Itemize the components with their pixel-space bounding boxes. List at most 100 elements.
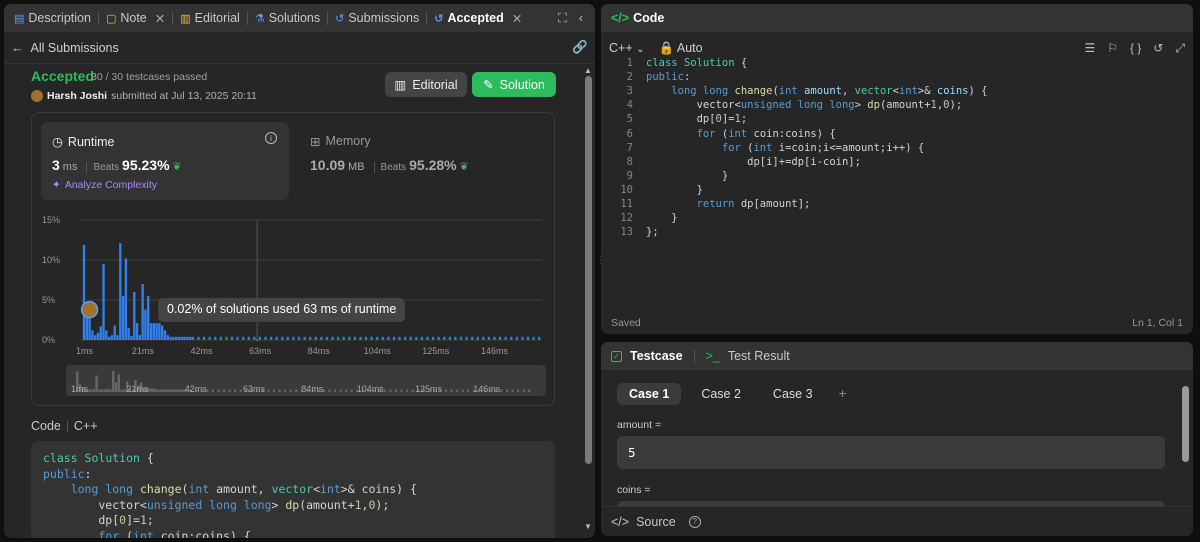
chart-bar[interactable] [532, 336, 535, 340]
chart-bar[interactable] [99, 326, 102, 340]
chart-bar[interactable] [180, 336, 183, 340]
add-case-icon[interactable]: + [833, 383, 853, 405]
info-icon[interactable]: i [265, 132, 277, 144]
chart-bar[interactable] [135, 323, 139, 340]
case-tab-3[interactable]: Case 3 [761, 383, 825, 405]
reset-icon[interactable]: ↺ [1153, 41, 1163, 56]
user-marker-avatar[interactable] [80, 300, 99, 319]
chart-bar[interactable] [320, 336, 323, 340]
tab-description[interactable]: ▤ Description [10, 4, 95, 32]
chart-bar[interactable] [133, 292, 136, 340]
code-line[interactable]: } [646, 211, 677, 225]
memory-box[interactable]: ⊞ Memory [310, 134, 371, 149]
chart-bar[interactable] [342, 336, 345, 340]
analyze-complexity-link[interactable]: ✦ Analyze Complexity [52, 179, 157, 191]
chart-bar[interactable] [392, 336, 396, 340]
runtime-box[interactable]: ◷ Runtime i 3 ms Beats 95.23% ❦ ✦ Analyze … [41, 122, 289, 200]
chart-bar[interactable] [493, 336, 496, 340]
close-icon[interactable]: ✕ [155, 11, 165, 26]
code-line[interactable]: } [646, 183, 703, 197]
code-line[interactable]: public: [646, 70, 690, 84]
all-submissions-link[interactable]: All Submissions [31, 41, 119, 55]
avatar[interactable] [31, 90, 43, 102]
tab-solutions[interactable]: ⚗ Solutions [251, 4, 324, 32]
submitter-name[interactable]: Harsh Joshi [47, 90, 107, 102]
chart-bar[interactable] [93, 335, 97, 340]
chart-bar[interactable] [141, 284, 144, 340]
chart-bar[interactable] [515, 336, 518, 340]
chart-bar[interactable] [426, 336, 429, 340]
chart-bar[interactable] [353, 336, 356, 340]
chart-bar[interactable] [121, 296, 125, 340]
chart-bar[interactable] [127, 328, 130, 340]
chart-bar[interactable] [174, 336, 178, 340]
chart-bar[interactable] [359, 336, 362, 340]
chart-bar[interactable] [526, 336, 530, 340]
chart-bar[interactable] [431, 336, 435, 340]
code-line[interactable]: } [646, 169, 728, 183]
chart-bar[interactable] [191, 336, 195, 340]
chart-bar[interactable] [102, 264, 105, 340]
tab-code[interactable]: </> Code [607, 4, 668, 32]
tab-submissions[interactable]: ↺ Submissions [331, 4, 423, 32]
chart-bar[interactable] [110, 335, 114, 340]
chart-bar[interactable] [188, 336, 192, 340]
code-line[interactable]: long long change(int amount, vector<int>… [646, 84, 987, 98]
chart-bar[interactable] [119, 243, 122, 340]
chart-bar[interactable] [448, 336, 451, 340]
scroll-down-icon[interactable]: ▼ [584, 522, 592, 531]
chart-bar[interactable] [376, 336, 379, 340]
chart-bar[interactable] [242, 336, 245, 340]
code-preview[interactable]: class Solution {public: long long change… [31, 441, 555, 538]
chart-bar[interactable] [398, 336, 401, 340]
code-line[interactable]: class Solution { [646, 56, 747, 70]
source-link[interactable]: Source [636, 515, 676, 529]
help-icon[interactable]: ? [688, 515, 701, 528]
chart-bar[interactable] [404, 336, 407, 340]
chart-bar[interactable] [264, 336, 267, 340]
chart-bar[interactable] [107, 336, 111, 340]
chart-bar[interactable] [443, 336, 446, 340]
code-line[interactable]: dp[0]=1; [646, 112, 748, 126]
chart-bar[interactable] [409, 336, 412, 340]
case-tab-1[interactable]: Case 1 [617, 383, 682, 405]
chart-bar[interactable] [504, 336, 507, 340]
tab-testcase[interactable]: Testcase [630, 349, 683, 363]
chart-bar[interactable] [163, 330, 167, 340]
chart-bar[interactable] [130, 336, 133, 340]
chart-bar[interactable] [292, 336, 295, 340]
maximize-icon[interactable]: ⛶ [558, 11, 567, 26]
chart-bar[interactable] [510, 336, 513, 340]
chart-bar[interactable] [538, 336, 541, 340]
chart-bar[interactable] [158, 323, 161, 340]
testcase-scrollbar[interactable] [1182, 382, 1189, 502]
chart-bar[interactable] [437, 336, 440, 340]
chart-bar[interactable] [303, 336, 306, 340]
chart-bar[interactable] [219, 336, 222, 340]
chart-bar[interactable] [281, 336, 284, 340]
chart-bar[interactable] [482, 336, 485, 340]
tab-note[interactable]: ▢ Note ✕ [102, 4, 169, 32]
chart-bar[interactable] [314, 336, 317, 340]
chart-bar[interactable] [499, 336, 502, 340]
chart-bar[interactable] [521, 336, 524, 340]
code-line[interactable]: return dp[amount]; [646, 197, 811, 211]
format-icon[interactable]: ☰ [1084, 41, 1095, 56]
chart-bar[interactable] [186, 336, 189, 340]
solution-button[interactable]: ✎ Solution [472, 72, 556, 97]
chart-bar[interactable] [331, 336, 334, 340]
code-line[interactable]: vector<unsigned long long> dp(amount+1,0… [646, 98, 963, 112]
tab-accepted[interactable]: ↺ Accepted ✕ [430, 4, 526, 32]
chart-bar[interactable] [149, 323, 153, 340]
language-select[interactable]: C++ ⌄ [609, 41, 645, 55]
chart-bar[interactable] [381, 336, 384, 340]
chart-bar[interactable] [454, 336, 457, 340]
chart-bar[interactable] [370, 336, 373, 340]
left-scrollbar[interactable]: ▲ ▼ [584, 66, 592, 531]
chart-bar[interactable] [364, 336, 368, 340]
chart-bar[interactable] [214, 336, 217, 340]
code-line[interactable]: for (int coin:coins) { [646, 127, 836, 141]
chart-bar[interactable] [116, 335, 119, 340]
chart-bar[interactable] [197, 336, 200, 340]
tab-editorial[interactable]: ▥ Editorial [176, 4, 244, 32]
